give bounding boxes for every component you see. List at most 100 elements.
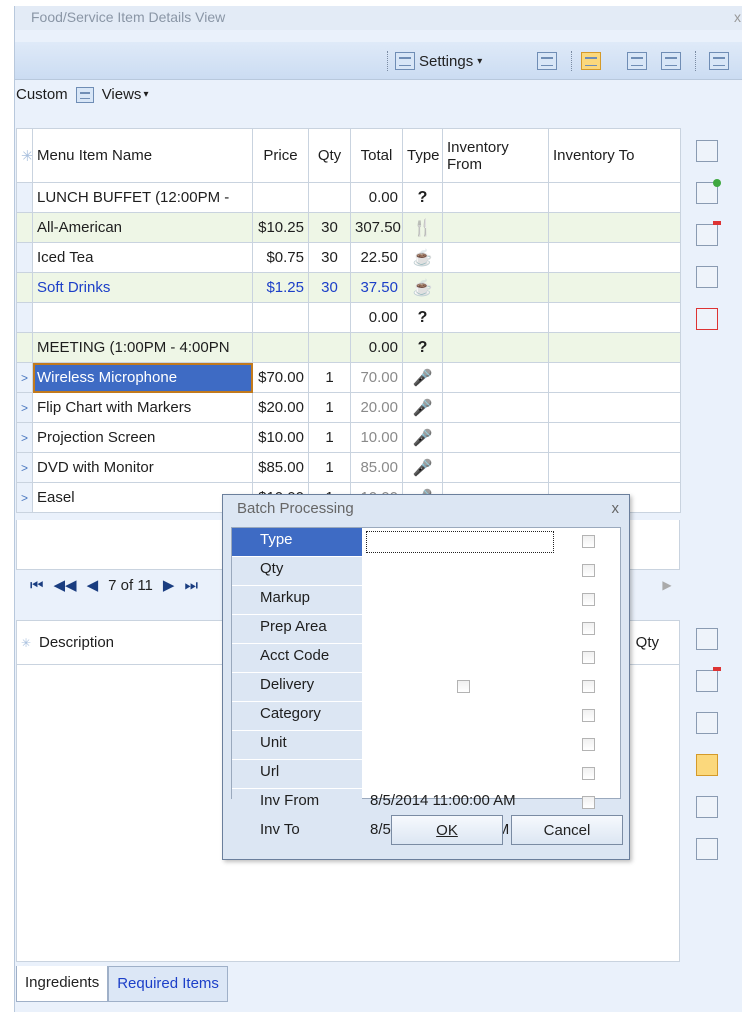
cell-menu-item-name[interactable]: Projection Screen [32,422,253,453]
expand-row-icon[interactable]: > [16,422,33,453]
prev-page-button[interactable]: ◀◀ [54,576,77,594]
cell-menu-item-name[interactable]: DVD with Monitor [32,452,253,483]
cell-price[interactable] [252,302,309,333]
table-row[interactable]: > Wireless Microphone $70.00 1 70.00 🎤 [16,362,681,393]
table-view-button[interactable] [627,47,647,75]
cell-qty[interactable]: 30 [308,242,351,273]
apply-field-checkbox[interactable] [582,651,595,664]
next-record-button[interactable]: ▶ [163,576,175,594]
grid-icon[interactable] [696,754,718,776]
cell-inventory-from[interactable] [442,332,549,363]
cell-type[interactable]: ☕ [402,272,443,303]
apply-field-checkbox[interactable] [582,738,595,751]
cell-type[interactable]: ? [402,182,443,213]
column-header-menu-item-name[interactable]: Menu Item Name [32,128,253,183]
grid-view-button[interactable] [581,47,601,75]
chart-icon[interactable] [696,712,718,734]
cell-menu-item-name[interactable]: All-American [32,212,253,243]
cell-inventory-to[interactable] [548,392,681,423]
table-row[interactable]: > Flip Chart with Markers $20.00 1 20.00 🎤 [16,392,681,423]
cell-inventory-to[interactable] [548,422,681,453]
cell-menu-item-name[interactable]: MEETING (1:00PM - 4:00PN [32,332,253,363]
cell-qty[interactable]: 1 [308,362,351,393]
cell-price[interactable]: $85.00 [252,452,309,483]
cell-menu-item-name[interactable]: Easel [32,482,253,513]
apply-field-checkbox[interactable] [582,564,595,577]
table-row[interactable]: Iced Tea $0.75 30 22.50 ☕ [16,242,681,273]
scroll-right-icon[interactable]: ▶ [654,570,680,600]
print-icon[interactable] [696,308,718,330]
cell-qty[interactable]: 1 [308,422,351,453]
cell-type[interactable]: ? [402,332,443,363]
delivery-value-checkbox[interactable] [457,680,470,693]
apply-field-checkbox[interactable] [582,796,595,809]
apply-field-checkbox[interactable] [582,680,595,693]
last-record-button[interactable]: ⏭ [184,577,198,594]
type-value-editor[interactable] [366,531,554,553]
cell-menu-item-name[interactable]: Iced Tea [32,242,253,273]
batch-field-row[interactable]: Type [232,528,620,556]
close-icon[interactable]: x [612,500,620,517]
cancel-button[interactable]: Cancel [511,815,623,845]
cell-inventory-to[interactable] [548,272,681,303]
close-icon[interactable]: x [734,9,741,25]
indent-icon[interactable] [696,266,718,288]
expand-row-icon[interactable]: > [16,482,33,513]
cell-inventory-from[interactable] [442,272,549,303]
cell-price[interactable]: $10.25 [252,212,309,243]
cell-qty[interactable]: 1 [308,452,351,483]
column-header-qty[interactable]: Qty [636,634,659,651]
cell-price[interactable] [252,182,309,213]
ok-button[interactable]: OK [391,815,503,845]
cell-inventory-from[interactable] [442,212,549,243]
batch-field-row[interactable]: Inv From 8/5/2014 11:00:00 AM [232,789,620,817]
cell-inventory-to[interactable] [548,452,681,483]
batch-field-row[interactable]: Prep Area [232,615,620,643]
cell-inventory-to[interactable] [548,332,681,363]
cell-type[interactable]: 🎤 [402,362,443,393]
remove-item-icon[interactable] [696,667,721,692]
expand-row-icon[interactable]: > [16,392,33,423]
batch-field-row[interactable]: Qty [232,557,620,585]
export-button[interactable] [709,47,729,75]
cell-inventory-to[interactable] [548,302,681,333]
cell-inventory-from[interactable] [442,422,549,453]
cell-inventory-to[interactable] [548,362,681,393]
batch-field-row[interactable]: Url [232,760,620,788]
select-cursor-icon[interactable] [696,628,718,650]
apply-field-checkbox[interactable] [582,767,595,780]
form-icon[interactable] [696,838,718,860]
cell-inventory-to[interactable] [548,182,681,213]
cell-type[interactable]: 🍴 [402,212,443,243]
cell-type[interactable]: ☕ [402,242,443,273]
window-layout-button[interactable] [537,47,557,75]
cell-qty[interactable]: 30 [308,272,351,303]
cell-qty[interactable]: 30 [308,212,351,243]
settings-button[interactable]: Settings ▾ [395,47,482,75]
table-row[interactable]: Soft Drinks $1.25 30 37.50 ☕ [16,272,681,303]
cell-inventory-to[interactable] [548,212,681,243]
cell-qty[interactable] [308,302,351,333]
cell-inventory-to[interactable] [548,242,681,273]
cell-menu-item-name[interactable]: Flip Chart with Markers [32,392,253,423]
first-record-button[interactable]: ⏮ [30,577,44,594]
cell-price[interactable]: $0.75 [252,242,309,273]
cell-price[interactable]: $20.00 [252,392,309,423]
cell-inventory-from[interactable] [442,392,549,423]
cell-inventory-from[interactable] [442,302,549,333]
column-header-inventory-to[interactable]: Inventory To [548,128,681,183]
cell-type[interactable]: 🎤 [402,422,443,453]
batch-field-value[interactable]: 8/5/2014 11:00:00 AM [370,792,516,809]
tab-required-items[interactable]: Required Items [108,966,228,1002]
cell-price[interactable]: $10.00 [252,422,309,453]
tab-ingredients[interactable]: Ingredients [16,966,109,1002]
column-header-description[interactable]: Description [35,634,114,651]
apply-field-checkbox[interactable] [582,709,595,722]
cell-type[interactable]: 🎤 [402,452,443,483]
cell-inventory-from[interactable] [442,362,549,393]
table-icon[interactable] [696,796,718,818]
cell-inventory-from[interactable] [442,182,549,213]
cell-qty[interactable] [308,332,351,363]
batch-field-row[interactable]: Delivery [232,673,620,701]
table-row[interactable]: 0.00? [16,302,681,333]
